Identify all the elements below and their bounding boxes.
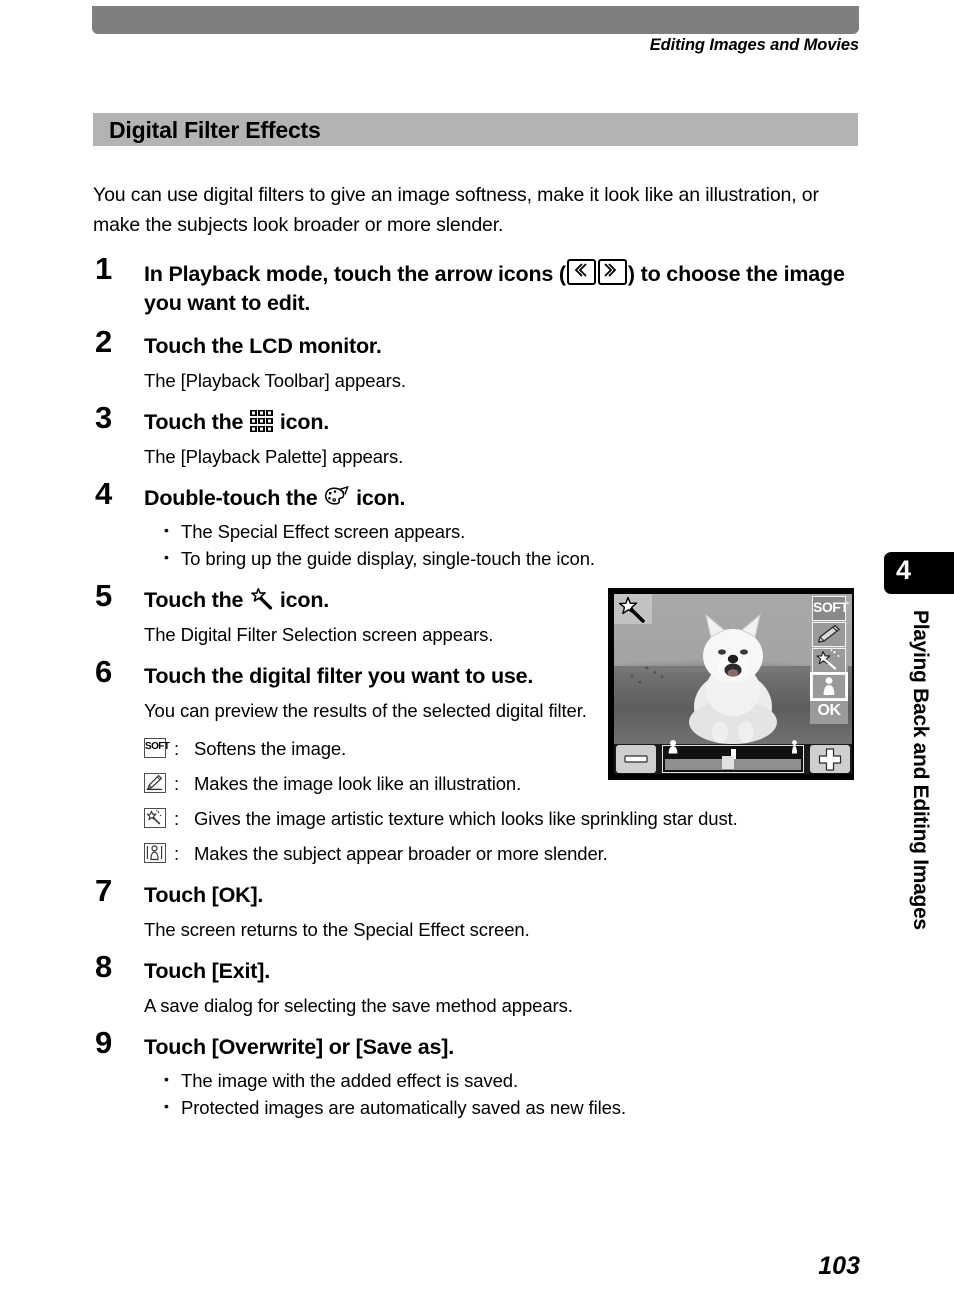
step-heading-text-before: In Playback mode, touch the arrow icons … [144,262,566,286]
stardust-filter-icon [144,806,174,828]
legend-text: Softens the image. [194,738,347,759]
step-number: 6 [95,654,113,689]
list-item: Protected images are automatically saved… [164,1093,858,1121]
legend-text: Makes the subject appear broader or more… [194,843,608,864]
slim-filter-icon-box [144,843,166,863]
legend-separator: : [174,808,180,829]
section-title-band: Digital Filter Effects [93,113,858,146]
slider-thumb[interactable] [722,756,735,769]
photo-dog-subject [678,604,788,744]
step-number: 3 [95,400,113,435]
step-1: 1 In Playback mode, touch the arrow icon… [93,253,858,318]
step-heading-text-after: icon. [274,410,330,434]
soft-filter-icon: SOFT [144,736,174,758]
photo-bush [620,660,680,686]
legend-row: : Makes the subject appear broader or mo… [144,841,858,867]
lcd-ok-button[interactable]: OK [811,700,847,722]
step-heading-text-before: Touch the [144,588,250,612]
intro-paragraph: You can use digital filters to give an i… [93,183,819,236]
step-body: The screen returns to the Special Effect… [144,919,530,940]
lcd-plus-button[interactable] [810,745,850,773]
slider-track[interactable] [665,756,801,770]
list-item: To bring up the guide display, single-to… [164,544,858,572]
legend-separator: : [174,773,180,794]
step-number: 1 [95,251,113,286]
step-bullet-list: The Special Effect screen appears. To br… [144,517,858,572]
slim-filter-icon [144,841,174,863]
step-number: 2 [95,324,113,359]
lcd-intensity-slider[interactable] [662,740,804,773]
lcd-screen-figure: SOFT OK [608,588,854,780]
step-2: 2 Touch the LCD monitor. The [Playback T… [93,326,858,394]
chapter-tab: 4 [884,552,954,594]
top-decorative-bar [92,6,859,34]
playback-palette-grid-icon [249,409,274,433]
chapter-number: 4 [896,555,912,585]
step-heading: Touch [OK]. [144,883,264,907]
legend-separator: : [174,738,180,759]
step-heading-text-before: Double-touch the [144,486,324,510]
lcd-illustration-filter-button[interactable] [812,622,846,647]
stardust-filter-icon-box [144,808,166,828]
step-body: A save dialog for selecting the save met… [144,995,573,1016]
lcd-magic-wand-star-icon [614,594,652,624]
arrow-left-icon [566,259,596,285]
soft-filter-icon-label: SOFT [145,741,170,752]
step-7: 7 Touch [OK]. The screen returns to the … [93,875,858,943]
legend-text: Gives the image artistic texture which l… [194,808,738,829]
page-number: 103 [818,1252,860,1280]
step-heading-text-after: icon. [274,588,330,612]
step-number: 8 [95,949,113,984]
chapter-label: Playing Back and Editing Images [909,610,932,930]
soft-filter-icon-box: SOFT [144,738,170,758]
step-heading-text-before: Touch the [144,410,250,434]
step-body: You can preview the results of the selec… [144,700,587,721]
step-8: 8 Touch [Exit]. A save dialog for select… [93,951,858,1019]
step-heading: Double-touch the icon. [144,484,858,513]
list-item: The Special Effect screen appears. [164,517,858,545]
lcd-soft-filter-button[interactable]: SOFT [812,596,849,621]
legend-separator: : [174,843,180,864]
step-number: 7 [95,873,113,908]
lcd-stardust-filter-button[interactable] [812,648,846,673]
step-heading-text-after: icon. [350,486,406,510]
magic-wand-star-icon [249,587,274,611]
step-heading: Touch the LCD monitor. [144,334,382,358]
step-4: 4 Double-touch the icon. The Special Eff… [93,478,858,572]
legend-row: : Gives the image artistic texture which… [144,806,858,832]
step-heading: In Playback mode, touch the arrow icons … [144,259,858,318]
step-number: 5 [95,578,113,613]
step-number: 4 [95,476,113,511]
slider-small-person-icon [667,739,679,759]
page-title: Digital Filter Effects [109,117,321,143]
step-heading: Touch the digital filter you want to use… [144,664,534,688]
step-number: 9 [95,1025,113,1060]
step-body: The [Playback Toolbar] appears. [144,370,406,391]
step-3: 3 Touch the icon. The [Playback Palette]… [93,402,858,470]
illustration-filter-icon-box [144,773,166,793]
lcd-slim-filter-button[interactable] [810,672,848,701]
step-body: The [Playback Palette] appears. [144,446,404,467]
step-body: The Digital Filter Selection screen appe… [144,624,494,645]
step-heading: Touch the icon. [144,408,858,437]
list-item: The image with the added effect is saved… [164,1066,858,1094]
lcd-adjust-bar [614,740,852,774]
running-head: Editing Images and Movies [649,36,859,54]
slider-large-person-icon [790,739,799,759]
step-bullet-list: The image with the added effect is saved… [144,1066,858,1121]
lcd-minus-button[interactable] [616,745,656,773]
artist-palette-icon [323,485,350,508]
legend-text: Makes the image look like an illustratio… [194,773,522,794]
lcd-filter-button-column: SOFT OK [810,594,849,724]
arrow-right-icon [597,259,627,285]
step-heading: Touch [Exit]. [144,959,270,983]
step-heading: Touch [Overwrite] or [Save as]. [144,1035,455,1059]
step-9: 9 Touch [Overwrite] or [Save as]. The im… [93,1027,858,1121]
illustration-filter-icon [144,771,174,793]
